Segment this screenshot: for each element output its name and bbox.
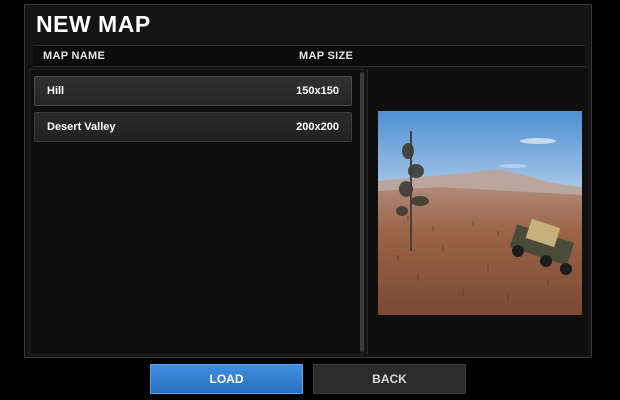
map-list-panel: Hill 150x150 Desert Valley 200x200 xyxy=(29,69,364,355)
map-preview-image xyxy=(378,111,582,315)
column-header-map-size: MAP SIZE xyxy=(299,50,354,62)
map-preview-panel xyxy=(367,69,587,355)
map-list-item-desert-valley[interactable]: Desert Valley 200x200 xyxy=(34,112,352,142)
map-name: Desert Valley xyxy=(47,121,116,133)
column-header-map-name: MAP NAME xyxy=(43,50,106,62)
map-name: Hill xyxy=(47,85,65,97)
back-button[interactable]: BACK xyxy=(313,364,466,394)
map-size: 150x150 xyxy=(296,85,339,97)
map-list: Hill 150x150 Desert Valley 200x200 xyxy=(32,74,354,148)
new-map-dialog: NEW MAP MAP NAME MAP SIZE Hill 150x150 D… xyxy=(24,4,592,358)
map-list-scrollbar[interactable] xyxy=(360,72,364,352)
game-screen: NEW MAP MAP NAME MAP SIZE Hill 150x150 D… xyxy=(0,0,620,400)
map-size: 200x200 xyxy=(296,121,339,133)
column-header-bar: MAP NAME MAP SIZE xyxy=(33,45,585,67)
map-list-item-hill[interactable]: Hill 150x150 xyxy=(34,76,352,106)
dialog-title: NEW MAP xyxy=(36,11,151,37)
load-button[interactable]: LOAD xyxy=(150,364,303,394)
